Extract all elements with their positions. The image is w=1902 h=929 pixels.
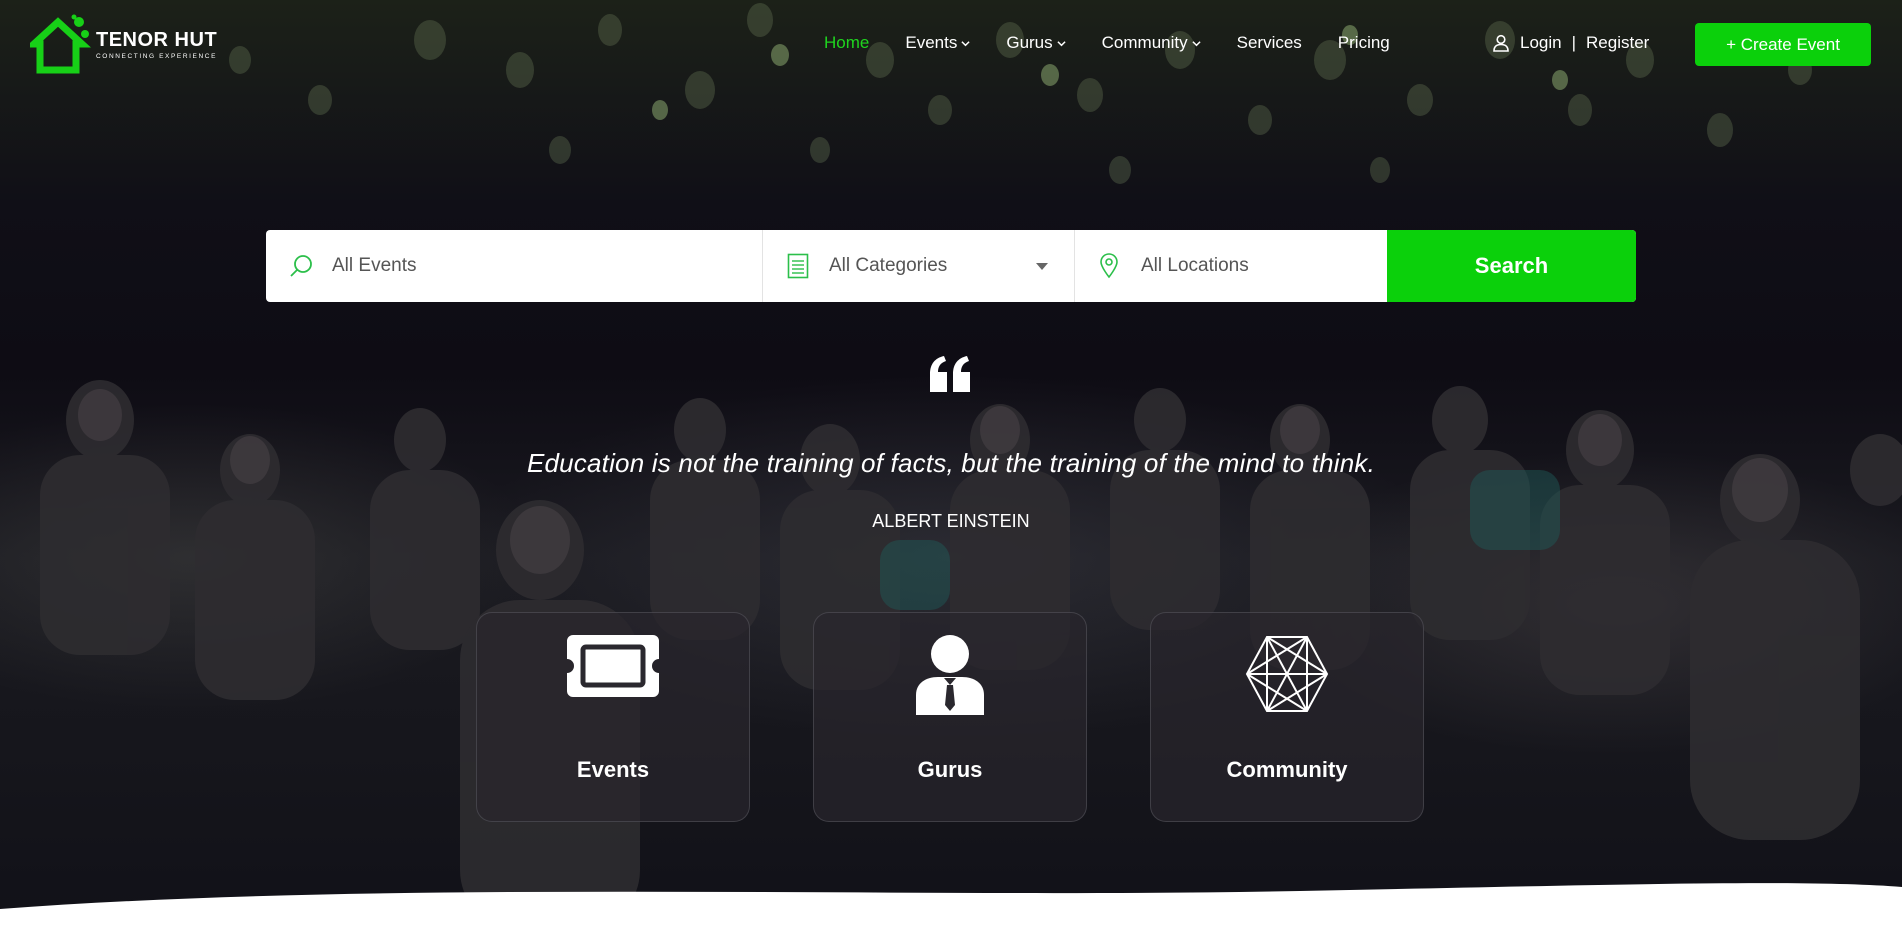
events-card[interactable]: Events: [476, 612, 750, 822]
nav-community[interactable]: Community: [1102, 33, 1201, 53]
gurus-card-label: Gurus: [917, 757, 983, 782]
nav-pricing-label: Pricing: [1337, 33, 1390, 52]
quote-text: Education is not the training of facts, …: [526, 448, 1376, 478]
chevron-down-icon: [1057, 40, 1066, 46]
quote-icon: [930, 356, 970, 392]
locations-search-input[interactable]: [1139, 254, 1388, 278]
chevron-down-icon: [1192, 40, 1201, 46]
document-list-icon: [787, 253, 809, 279]
ticket-icon: [567, 635, 659, 697]
house-logo-icon: [30, 14, 91, 74]
community-card-label: Community: [1226, 757, 1348, 782]
gurus-card[interactable]: Gurus: [813, 612, 1087, 822]
brand-name: TENOR HUT: [96, 28, 218, 51]
nav-events[interactable]: Events: [905, 33, 970, 53]
nav-home[interactable]: Home: [824, 33, 869, 53]
events-search-field: [266, 230, 763, 302]
nav-community-label: Community: [1101, 33, 1188, 52]
events-search-input[interactable]: [330, 254, 579, 278]
categories-select[interactable]: All Categories: [763, 230, 1075, 302]
caret-down-icon: [1036, 263, 1048, 270]
categories-select-value: All Categories: [829, 255, 948, 276]
nav-services-label: Services: [1236, 33, 1302, 52]
search-icon: [290, 255, 312, 277]
user-icon: [1493, 34, 1509, 52]
main-nav: Home Events Gurus Community Services Pri…: [824, 30, 1426, 56]
nav-pricing[interactable]: Pricing: [1338, 33, 1390, 53]
create-event-button[interactable]: + Create Event: [1695, 23, 1871, 66]
chevron-down-icon: [961, 40, 970, 46]
bottom-wave-divider: [0, 883, 1902, 929]
events-card-label: Events: [576, 757, 650, 782]
community-card[interactable]: Community: [1150, 612, 1424, 822]
search-bar: All Categories Search: [266, 230, 1636, 302]
nav-services[interactable]: Services: [1237, 33, 1302, 53]
nav-home-label: Home: [824, 33, 870, 52]
brand-logo[interactable]: TENOR HUT CONNECTING EXPERIENCE: [30, 14, 230, 74]
register-link[interactable]: Register: [1586, 33, 1649, 53]
network-icon: [1245, 636, 1329, 712]
locations-search-field: [1075, 230, 1388, 302]
auth-links: Login | Register: [1492, 30, 1649, 56]
auth-separator: |: [1571, 33, 1577, 52]
nav-gurus-label: Gurus: [1006, 33, 1053, 52]
map-pin-icon: [1100, 253, 1118, 279]
brand-tagline: CONNECTING EXPERIENCE: [96, 52, 218, 60]
nav-events-label: Events: [905, 33, 958, 52]
search-button[interactable]: Search: [1387, 230, 1636, 302]
person-tie-icon: [916, 635, 984, 715]
quote-author: ALBERT EINSTEIN: [872, 511, 1030, 531]
nav-gurus[interactable]: Gurus: [1006, 33, 1066, 53]
login-link[interactable]: Login: [1520, 33, 1562, 53]
